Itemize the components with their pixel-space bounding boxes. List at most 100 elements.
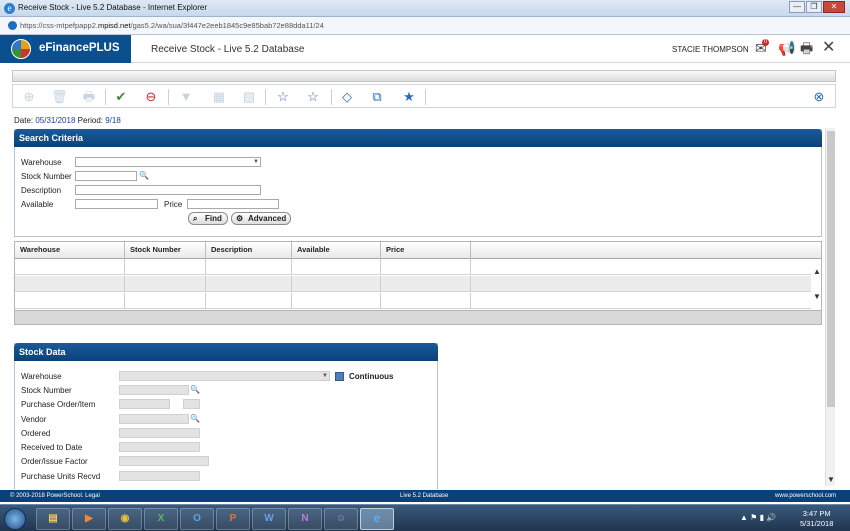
vendor-input[interactable] <box>119 414 189 424</box>
onenote-icon[interactable]: N <box>288 508 322 530</box>
table-row[interactable] <box>15 293 811 309</box>
grid-cell[interactable] <box>206 293 292 309</box>
grid-cell[interactable] <box>381 259 471 275</box>
sd-stock-number-input[interactable] <box>119 385 189 395</box>
date-value[interactable]: 05/31/2018 <box>35 116 75 125</box>
copyright-text[interactable]: © 2003-2018 PowerSchool. Legal <box>10 490 100 502</box>
grid-cell[interactable] <box>125 259 206 275</box>
scroll-down-icon[interactable]: ▼ <box>811 292 821 301</box>
binoculars-icon: ⌕ <box>193 214 198 223</box>
grid-cell[interactable] <box>292 276 381 292</box>
scroll-down-icon[interactable]: ▼ <box>826 475 836 484</box>
system-tray[interactable]: ▲ ⚑ ▮ 🔊 <box>740 513 776 522</box>
page-title: Receive Stock - Live 5.2 Database <box>151 44 305 55</box>
ordered-input[interactable] <box>119 428 200 438</box>
sd-warehouse-select[interactable]: ▼ <box>119 371 330 381</box>
grid-cell[interactable] <box>125 293 206 309</box>
print-icon[interactable]: 🖶 <box>800 40 813 56</box>
received-to-date-input[interactable] <box>119 442 200 452</box>
media-player-icon[interactable]: ▶ <box>72 508 106 530</box>
grid-cell[interactable] <box>15 259 125 275</box>
continuous-checkbox[interactable] <box>335 372 344 381</box>
search-icon[interactable]: 🔍 <box>139 171 149 181</box>
search-icon[interactable]: 🔍 <box>190 385 200 395</box>
period-value[interactable]: 9/18 <box>105 116 121 125</box>
close-icon[interactable]: ✕ <box>822 40 835 56</box>
column-stock-number[interactable]: Stock Number <box>125 242 206 259</box>
flag-icon[interactable]: ⚑ <box>750 513 757 522</box>
purchase-order-input[interactable] <box>119 399 170 409</box>
grid-cell[interactable] <box>206 276 292 292</box>
star-filled-icon[interactable]: ★ <box>401 89 417 105</box>
grid-cell[interactable] <box>292 259 381 275</box>
efinanceplus-logo[interactable]: eFinancePLUS <box>0 35 131 63</box>
column-warehouse[interactable]: Warehouse <box>15 242 125 259</box>
available-input[interactable] <box>75 199 158 209</box>
minimize-button[interactable]: — <box>789 1 805 13</box>
scroll-up-icon[interactable]: ▲ <box>811 267 821 276</box>
column-price[interactable]: Price <box>381 242 471 259</box>
restore-button[interactable]: ❐ <box>806 1 822 13</box>
grid-cell[interactable] <box>15 293 125 309</box>
grid-cell[interactable] <box>125 276 206 292</box>
tray-arrow-icon[interactable]: ▲ <box>740 513 748 522</box>
explorer-icon[interactable]: ▤ <box>36 508 70 530</box>
grid-cell[interactable] <box>15 276 125 292</box>
column-available[interactable]: Available <box>292 242 381 259</box>
table-row[interactable] <box>15 276 811 292</box>
find-button[interactable]: ⌕ Find <box>188 212 228 225</box>
column-description[interactable]: Description <box>206 242 292 259</box>
warehouse-select[interactable]: ▼ <box>75 157 261 167</box>
megaphone-icon[interactable]: 📢 <box>778 40 795 56</box>
taskbar-clock[interactable]: 3:47 PM 5/31/2018 <box>800 509 833 529</box>
purchase-units-recvd-input[interactable] <box>119 471 200 481</box>
site-link[interactable]: www.powerschool.com <box>775 490 836 502</box>
url-text[interactable]: https://css-mtpefpapp2.mpisd.net/gas5.2/… <box>20 21 324 30</box>
internet-explorer-taskbar-icon[interactable]: e <box>360 508 394 530</box>
copy-icon[interactable]: ⧉ <box>369 89 385 105</box>
search-icon[interactable]: 🔍 <box>190 414 200 424</box>
network-icon[interactable]: ▮ <box>760 513 764 522</box>
diamond-icon[interactable]: ◇ <box>339 89 355 105</box>
accept-icon[interactable]: ✔ <box>113 89 129 105</box>
cancel-icon[interactable]: ⊖ <box>143 89 159 105</box>
chrome-icon[interactable]: ◉ <box>108 508 142 530</box>
grid-scrollbar[interactable]: ▲ ▼ <box>811 259 821 310</box>
advanced-button[interactable]: ⚙ Advanced <box>231 212 291 225</box>
lync-icon[interactable]: ☺ <box>324 508 358 530</box>
word-icon[interactable]: W <box>252 508 286 530</box>
user-name[interactable]: STACIE THOMPSON <box>672 45 749 54</box>
grid-cell[interactable] <box>381 293 471 309</box>
attach-icon[interactable]: ▧ <box>241 89 257 105</box>
brand-name: eFinancePLUS <box>39 42 120 54</box>
filter-icon[interactable]: ▼ <box>178 89 194 105</box>
close-window-button[interactable]: ✕ <box>823 1 845 13</box>
close-form-icon[interactable]: ⊗ <box>811 89 827 105</box>
powerpoint-icon[interactable]: P <box>216 508 250 530</box>
toolbar-separator <box>265 89 266 105</box>
description-input[interactable] <box>75 185 261 195</box>
po-item-input[interactable] <box>183 399 200 409</box>
bookmark-icon[interactable]: ☆ <box>305 89 321 105</box>
excel-icon[interactable]: X <box>144 508 178 530</box>
price-input[interactable] <box>187 199 279 209</box>
grid-cell[interactable] <box>206 259 292 275</box>
print-icon[interactable]: 🖶 <box>81 89 97 105</box>
order-issue-factor-input[interactable] <box>119 456 209 466</box>
scrollbar-thumb[interactable] <box>827 131 835 407</box>
database-text: Live 5.2 Database <box>400 493 449 499</box>
page-scrollbar[interactable]: ▼ <box>825 128 835 486</box>
grid-cell[interactable] <box>292 293 381 309</box>
start-button[interactable] <box>4 508 26 530</box>
table-row[interactable] <box>15 259 811 275</box>
outlook-icon[interactable]: O <box>180 508 214 530</box>
address-bar[interactable]: https://css-mtpefpapp2.mpisd.net/gas5.2/… <box>0 17 850 35</box>
grid-cell[interactable] <box>381 276 471 292</box>
favorite-icon[interactable]: ☆ <box>275 89 291 105</box>
delete-icon[interactable]: 🗑 <box>51 89 68 105</box>
volume-icon[interactable]: 🔊 <box>766 513 776 522</box>
toolbar-separator <box>105 89 106 105</box>
add-icon[interactable]: ⊕ <box>21 89 37 105</box>
stock-number-input[interactable] <box>75 171 137 181</box>
export-icon[interactable]: ▦ <box>211 89 227 105</box>
